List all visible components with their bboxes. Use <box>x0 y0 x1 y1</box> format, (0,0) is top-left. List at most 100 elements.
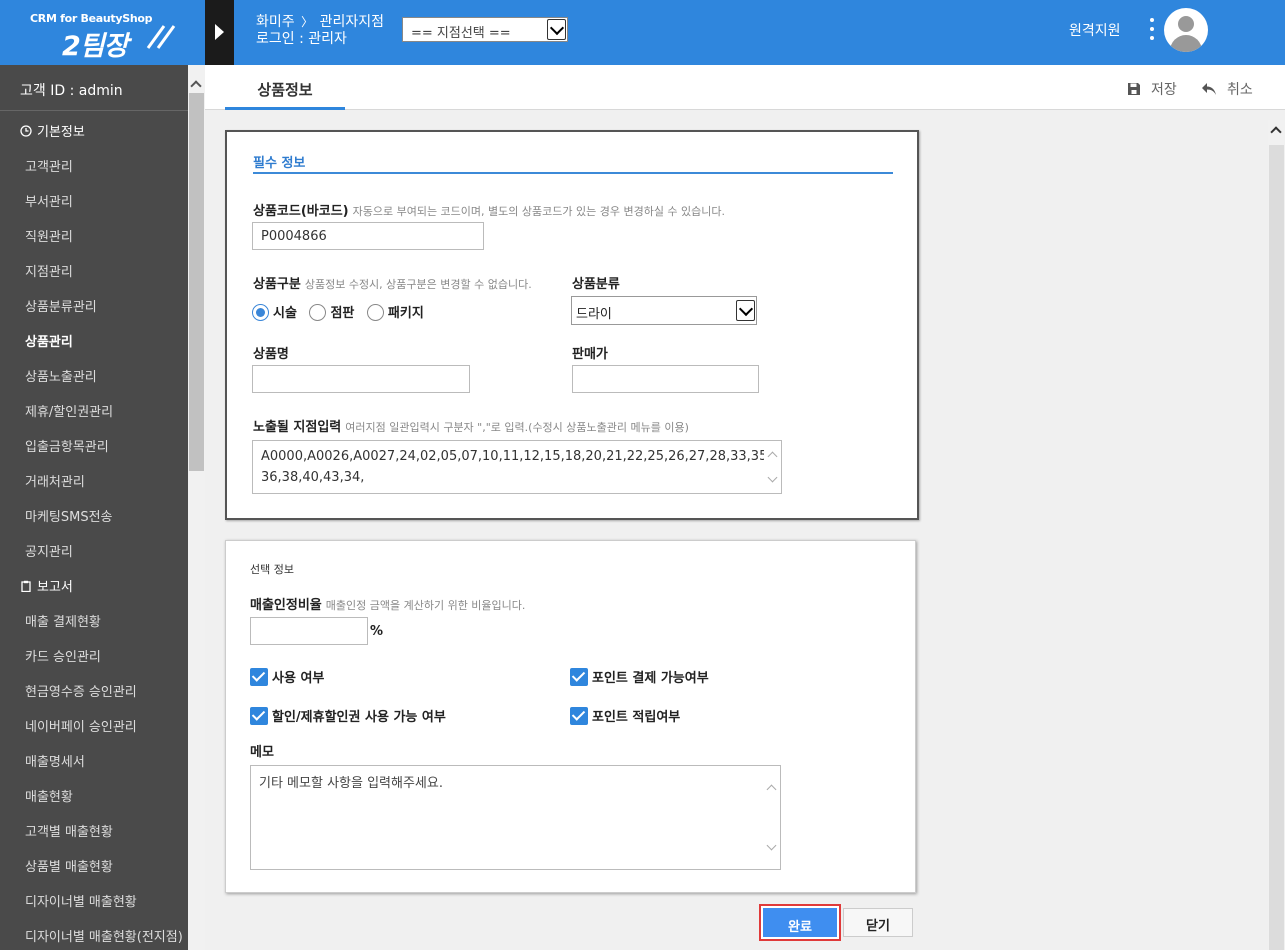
sidebar-item-marketing-sms[interactable]: 마케팅SMS전송 <box>0 496 188 531</box>
avatar[interactable] <box>1164 8 1208 52</box>
sidebar-item-branches[interactable]: 지점관리 <box>0 251 188 286</box>
sidebar-item-customers[interactable]: 고객관리 <box>0 146 188 181</box>
sidebar-item-sales-statement[interactable]: 매출명세서 <box>0 741 188 776</box>
scrollbar-thumb[interactable] <box>1269 145 1284 950</box>
sidebar-item-vendors[interactable]: 거래처관리 <box>0 461 188 496</box>
remote-support-link[interactable]: 원격지원 <box>1069 20 1121 40</box>
percent-unit: % <box>370 624 384 639</box>
radio-label: 점판 <box>330 306 355 321</box>
save-button[interactable]: 저장 <box>1127 79 1177 99</box>
radio-retail[interactable]: 점판 <box>309 302 354 321</box>
tab-product-info[interactable]: 상품정보 <box>225 65 345 110</box>
logo-slash-icon <box>146 25 176 49</box>
sidebar-item-sales-by-designer-all[interactable]: 디자이너별 매출현황(전지점) <box>0 916 188 950</box>
product-code-label: 상품코드(바코드) 자동으로 부여되는 코드이며, 별도의 상품코드가 있는 경우… <box>253 200 725 219</box>
textarea-scrollbar[interactable] <box>764 441 781 493</box>
checkbox-point-save[interactable]: 포인트 적립여부 <box>570 706 680 725</box>
checkbox-checked-icon <box>250 668 268 686</box>
sidebar-item-card-approvals[interactable]: 카드 승인관리 <box>0 636 188 671</box>
sidebar-item-sales-by-designer[interactable]: 디자이너별 매출현황 <box>0 881 188 916</box>
checkbox-checked-icon <box>250 707 268 725</box>
cancel-label: 취소 <box>1227 82 1253 98</box>
radio-label: 시술 <box>273 306 297 321</box>
required-info-panel: 필수 정보 상품코드(바코드) 자동으로 부여되는 코드이며, 별도의 상품코드가… <box>225 130 919 520</box>
logo[interactable]: CRM for BeautyShop 2팀장 <box>0 0 205 65</box>
top-bar: CRM for BeautyShop 2팀장 화미주 〉 관리자지점 로그인 :… <box>0 0 1285 65</box>
sidebar-group-label: 기본정보 <box>37 125 85 140</box>
scrollbar-thumb[interactable] <box>189 93 204 471</box>
sidebar-item-departments[interactable]: 부서관리 <box>0 181 188 216</box>
optional-info-title: 선택 정보 <box>250 563 294 576</box>
sidebar-item-sales-by-customer[interactable]: 고객별 매출현황 <box>0 811 188 846</box>
branches-line-1: A0000,A0026,A0027,24,02,05,07,10,11,12,1… <box>261 449 772 464</box>
price-input[interactable] <box>572 365 759 393</box>
sales-ratio-input[interactable] <box>250 617 368 645</box>
checkbox-label: 사용 여부 <box>272 671 325 686</box>
branches-textarea[interactable]: A0000,A0026,A0027,24,02,05,07,10,11,12,1… <box>252 440 782 494</box>
menu-toggle-button[interactable] <box>205 0 234 65</box>
sales-ratio-hint: 매출인정 금액을 계산하기 위한 비율입니다. <box>325 599 526 612</box>
more-menu-icon[interactable] <box>1148 18 1156 44</box>
logo-title: 2팀장 <box>62 31 128 62</box>
sidebar-item-cash-items[interactable]: 입출금항목관리 <box>0 426 188 461</box>
sidebar-item-cash-receipts[interactable]: 현금영수증 승인관리 <box>0 671 188 706</box>
branch-select[interactable]: == 지점선택 == <box>402 17 568 42</box>
breadcrumb: 화미주 〉 관리자지점 로그인 : 관리자 <box>256 14 384 48</box>
chevron-right-icon <box>215 24 224 40</box>
radio-treatment[interactable]: 시술 <box>252 302 297 321</box>
done-button-label: 완료 <box>763 908 837 937</box>
clipboard-icon <box>21 580 31 592</box>
checkbox-point-payment[interactable]: 포인트 결제 가능여부 <box>570 667 709 686</box>
checkbox-label: 포인트 결제 가능여부 <box>592 671 709 686</box>
login-info: 로그인 : 관리자 <box>256 31 347 47</box>
save-icon <box>1128 83 1140 95</box>
product-code-label-text: 상품코드(바코드) <box>253 204 349 219</box>
sidebar-scrollbar[interactable] <box>188 65 205 950</box>
checkbox-label: 할인/제휴할인권 사용 가능 여부 <box>272 710 446 725</box>
chevron-down-icon <box>736 300 755 321</box>
main-scrollbar[interactable] <box>1268 120 1285 950</box>
category-select-value: 드라이 <box>576 307 612 322</box>
category-select[interactable]: 드라이 <box>571 296 757 325</box>
product-type-radios: 시술 점판 패키지 <box>252 302 432 321</box>
sidebar-item-staff[interactable]: 직원관리 <box>0 216 188 251</box>
product-type-label-text: 상품구분 <box>253 277 301 292</box>
product-code-hint: 자동으로 부여되는 코드이며, 별도의 상품코드가 있는 경우 변경하실 수 있… <box>352 205 726 218</box>
sidebar-item-products[interactable]: 상품관리 <box>0 321 188 356</box>
textarea-scrollbar[interactable] <box>763 766 780 869</box>
close-button[interactable]: 닫기 <box>843 908 913 937</box>
done-button[interactable]: 완료 <box>759 904 841 941</box>
branch-select-value: == 지점선택 == <box>411 26 511 41</box>
sidebar-item-coupons[interactable]: 제휴/할인권관리 <box>0 391 188 426</box>
save-label: 저장 <box>1151 82 1177 98</box>
radio-label: 패키지 <box>387 306 424 321</box>
breadcrumb-shop: 화미주 <box>256 14 295 30</box>
cancel-button[interactable]: 취소 <box>1201 79 1253 99</box>
sidebar-item-notices[interactable]: 공지관리 <box>0 531 188 566</box>
sidebar-item-product-categories[interactable]: 상품분류관리 <box>0 286 188 321</box>
radio-unchecked-icon <box>309 304 327 321</box>
chevron-up-icon[interactable] <box>190 80 202 92</box>
sidebar-group-basic[interactable]: 기본정보 <box>0 111 188 146</box>
sales-ratio-label: 매출인정비율 매출인정 금액을 계산하기 위한 비율입니다. <box>250 594 525 613</box>
sidebar-item-sales-by-product[interactable]: 상품별 매출현황 <box>0 846 188 881</box>
product-code-input[interactable]: P0004866 <box>252 222 484 250</box>
product-type-label: 상품구분 상품정보 수정시, 상품구분은 변경할 수 없습니다. <box>253 273 532 292</box>
sidebar-item-product-exposure[interactable]: 상품노출관리 <box>0 356 188 391</box>
product-name-input[interactable] <box>252 365 470 393</box>
sidebar-item-sales-status[interactable]: 매출현황 <box>0 776 188 811</box>
sidebar-item-sales-payments[interactable]: 매출 결제현황 <box>0 601 188 636</box>
checkbox-checked-icon <box>570 668 588 686</box>
memo-textarea[interactable]: 기타 메모할 사항을 입력해주세요. <box>250 765 781 870</box>
undo-icon <box>1202 83 1216 95</box>
radio-package[interactable]: 패키지 <box>366 302 424 321</box>
sales-ratio-label-text: 매출인정비율 <box>250 598 322 613</box>
checkbox-use[interactable]: 사용 여부 <box>250 667 324 686</box>
checkbox-discount[interactable]: 할인/제휴할인권 사용 가능 여부 <box>250 706 446 725</box>
product-type-hint: 상품정보 수정시, 상품구분은 변경할 수 없습니다. <box>304 278 532 291</box>
sidebar-item-naverpay[interactable]: 네이버페이 승인관리 <box>0 706 188 741</box>
sidebar: 고객 ID : admin 기본정보 고객관리 부서관리 직원관리 지점관리 상… <box>0 65 188 950</box>
main-header: 상품정보 저장 취소 <box>205 65 1285 110</box>
sidebar-group-reports[interactable]: 보고서 <box>0 566 188 601</box>
chevron-up-icon[interactable] <box>1270 126 1282 138</box>
